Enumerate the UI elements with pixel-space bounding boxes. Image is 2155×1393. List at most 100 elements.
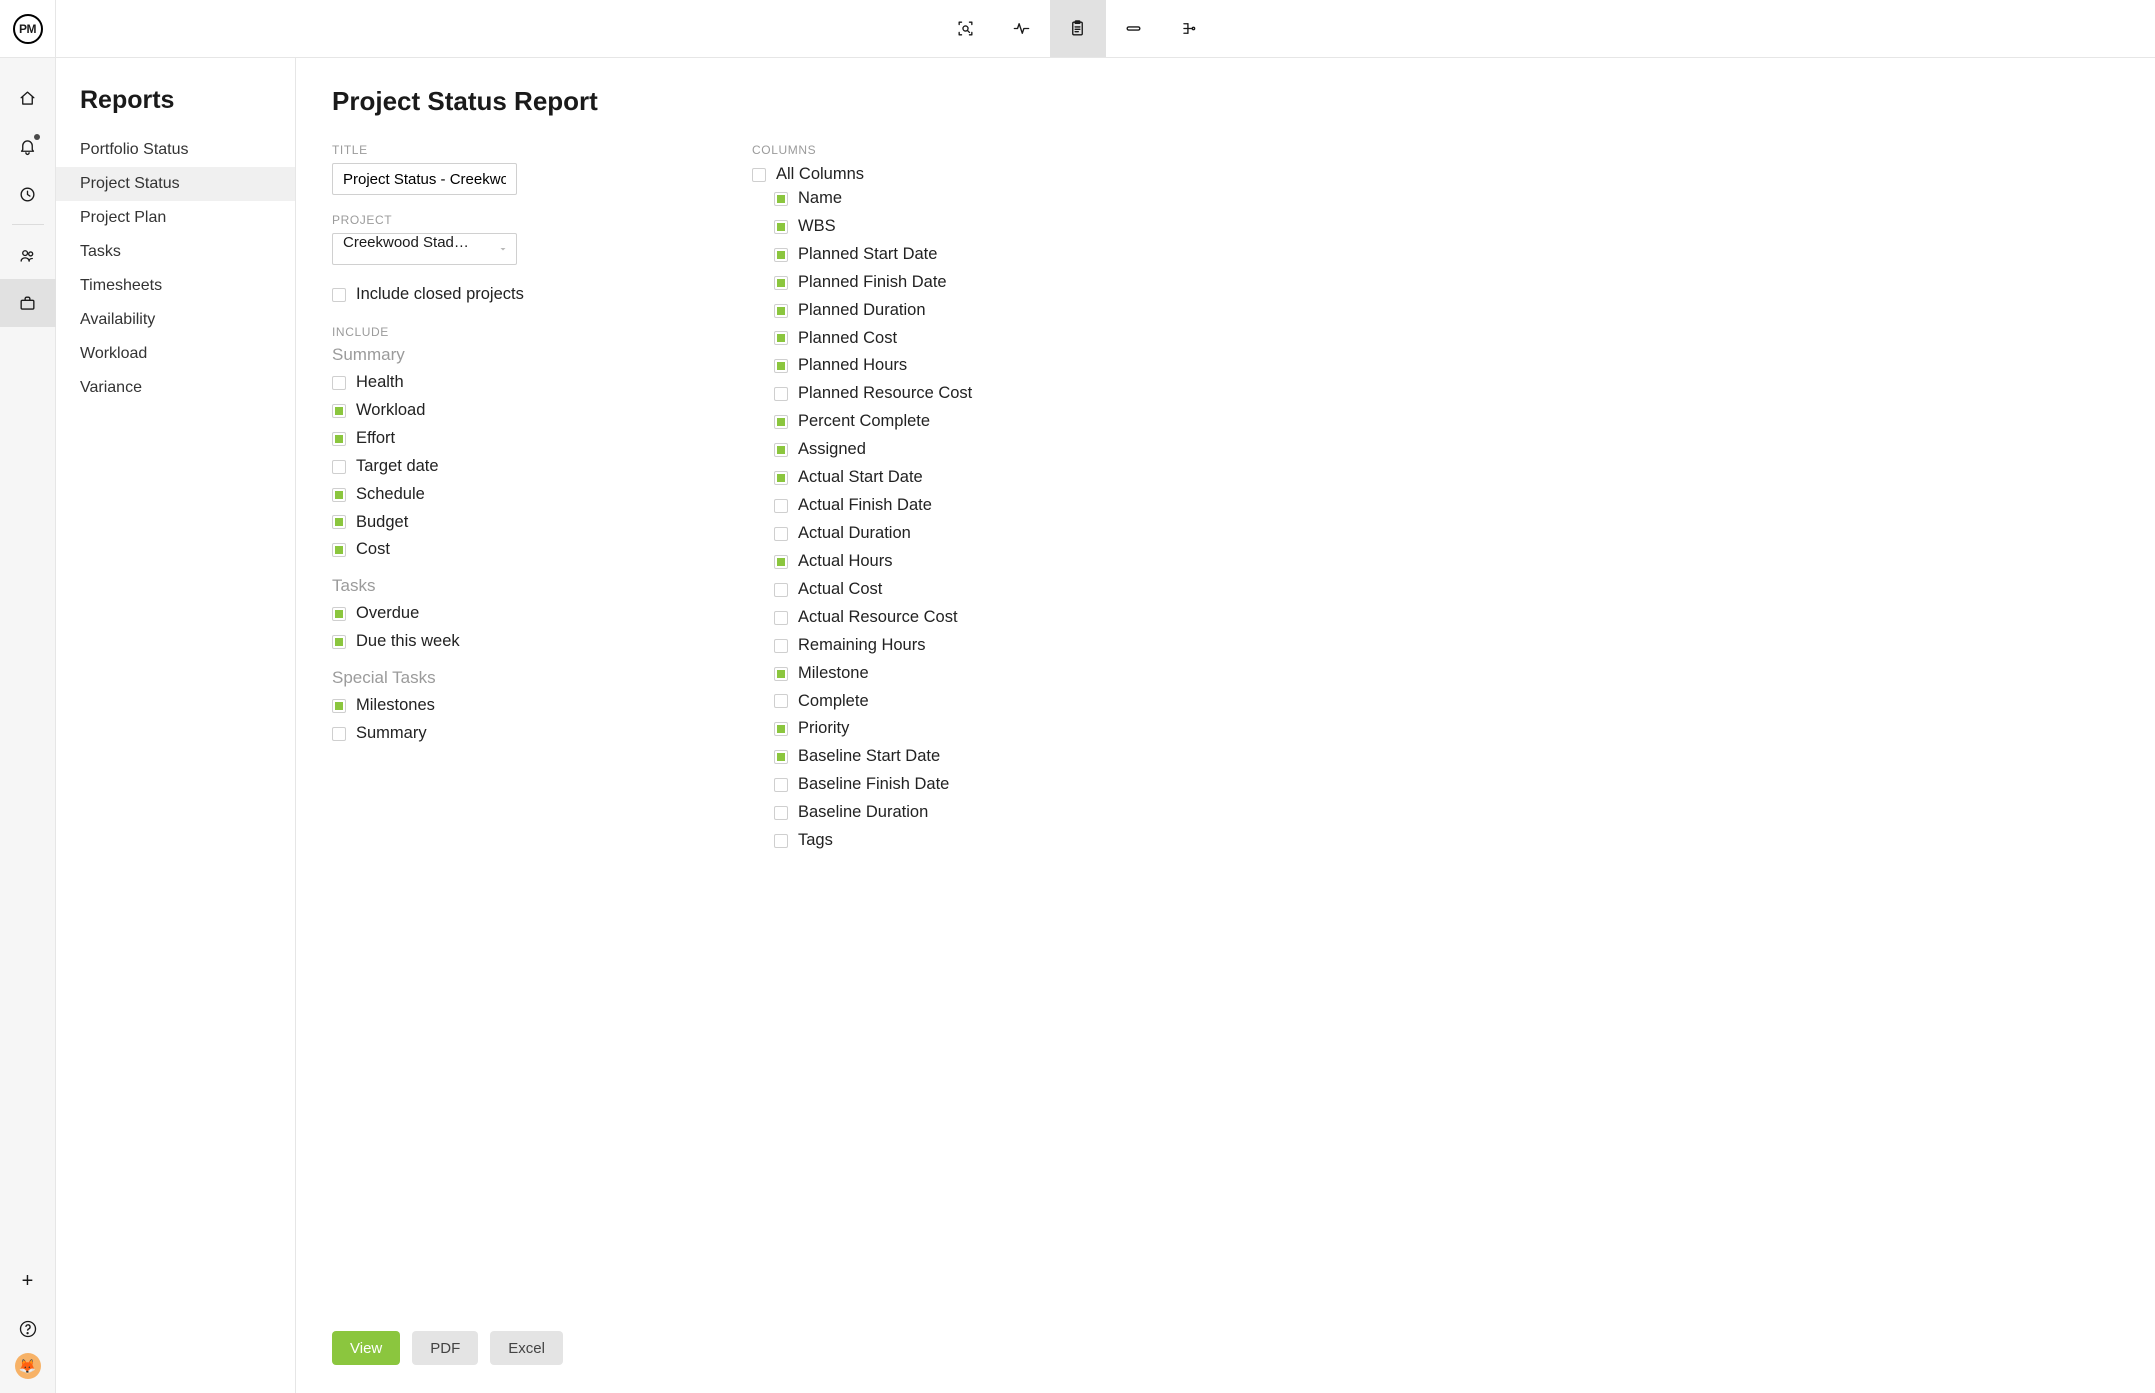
add-button[interactable]: + [0,1257,56,1305]
top-bar: PM [0,0,2155,58]
column-opt-15[interactable]: Actual Resource Cost [774,606,1172,630]
summary-opt-4[interactable]: Schedule [332,483,692,507]
checkbox-icon [774,387,788,401]
project-select[interactable]: Creekwood Stad… [332,233,517,265]
group-tasks-label: Tasks [332,576,692,596]
checkbox-label: Planned Cost [798,327,897,351]
column-opt-10[interactable]: Actual Start Date [774,466,1172,490]
column-opt-12[interactable]: Actual Duration [774,522,1172,546]
checkbox-icon [774,583,788,597]
page-title: Project Status Report [332,86,2119,117]
column-opt-11[interactable]: Actual Finish Date [774,494,1172,518]
logo-text: PM [13,14,43,44]
checkbox-label: Milestones [356,694,435,718]
side-item-timesheets[interactable]: Timesheets [56,269,295,303]
column-opt-2[interactable]: Planned Start Date [774,243,1172,267]
notification-dot [34,134,40,140]
summary-opt-6[interactable]: Cost [332,538,692,562]
column-opt-0[interactable]: Name [774,187,1172,211]
reports-side-panel: Reports Portfolio StatusProject StatusPr… [56,58,296,1393]
column-opt-23[interactable]: Tags [774,829,1172,853]
pdf-button[interactable]: PDF [412,1331,478,1365]
summary-opt-2[interactable]: Effort [332,427,692,451]
column-opt-5[interactable]: Planned Cost [774,327,1172,351]
summary-opt-1[interactable]: Workload [332,399,692,423]
column-opt-22[interactable]: Baseline Duration [774,801,1172,825]
checkbox-label: Actual Hours [798,550,892,574]
checkbox-icon [332,635,346,649]
special-opt-1[interactable]: Summary [332,722,692,746]
top-tool-report[interactable] [1050,0,1106,57]
summary-opt-5[interactable]: Budget [332,511,692,535]
column-opt-9[interactable]: Assigned [774,438,1172,462]
side-item-portfolio-status[interactable]: Portfolio Status [56,133,295,167]
checkbox-label: Actual Duration [798,522,911,546]
column-opt-7[interactable]: Planned Resource Cost [774,382,1172,406]
side-item-availability[interactable]: Availability [56,303,295,337]
checkbox-label: Baseline Finish Date [798,773,949,797]
include-closed-checkbox[interactable]: Include closed projects [332,283,692,307]
top-tool-link[interactable] [1106,0,1162,57]
checkbox-label: Effort [356,427,395,451]
column-opt-14[interactable]: Actual Cost [774,578,1172,602]
view-button[interactable]: View [332,1331,400,1365]
side-item-workload[interactable]: Workload [56,337,295,371]
column-opt-6[interactable]: Planned Hours [774,354,1172,378]
checkbox-icon [774,750,788,764]
column-opt-1[interactable]: WBS [774,215,1172,239]
rail-divider [12,224,44,225]
columns-scroll[interactable]: All Columns Name WBS Planned Start Date Pla… [752,163,1182,1315]
user-avatar[interactable]: 🦊 [15,1353,41,1379]
checkbox-icon [332,288,346,302]
rail-clock[interactable] [0,170,56,218]
group-special-label: Special Tasks [332,668,692,688]
excel-button[interactable]: Excel [490,1331,563,1365]
column-opt-16[interactable]: Remaining Hours [774,634,1172,658]
rail-briefcase[interactable] [0,279,56,327]
checkbox-icon [774,722,788,736]
column-opt-18[interactable]: Complete [774,690,1172,714]
plus-icon: + [22,1270,34,1293]
summary-opt-0[interactable]: Health [332,371,692,395]
column-opt-4[interactable]: Planned Duration [774,299,1172,323]
tasks-opt-0[interactable]: Overdue [332,602,692,626]
report-title-input[interactable] [332,163,517,195]
summary-opt-3[interactable]: Target date [332,455,692,479]
checkbox-label: Planned Resource Cost [798,382,972,406]
clipboard-icon [1068,19,1087,38]
checkbox-label: Workload [356,399,425,423]
column-opt-13[interactable]: Actual Hours [774,550,1172,574]
home-icon [18,89,37,108]
footer-buttons: View PDF Excel [296,1315,2155,1393]
column-opt-8[interactable]: Percent Complete [774,410,1172,434]
side-item-project-plan[interactable]: Project Plan [56,201,295,235]
rail-people[interactable] [0,231,56,279]
column-opt-17[interactable]: Milestone [774,662,1172,686]
side-item-project-status[interactable]: Project Status [56,167,295,201]
rail-bell[interactable] [0,122,56,170]
column-opt-20[interactable]: Baseline Start Date [774,745,1172,769]
special-opt-0[interactable]: Milestones [332,694,692,718]
briefcase-icon [18,294,37,313]
side-item-variance[interactable]: Variance [56,371,295,405]
checkbox-icon [774,359,788,373]
top-tool-scan[interactable] [938,0,994,57]
column-opt-19[interactable]: Priority [774,717,1172,741]
people-icon [18,246,37,265]
checkbox-icon [332,460,346,474]
help-button[interactable] [0,1305,56,1353]
rail-home[interactable] [0,74,56,122]
column-opt-21[interactable]: Baseline Finish Date [774,773,1172,797]
columns-all-checkbox[interactable]: All Columns [752,163,1172,187]
checkbox-icon [774,415,788,429]
column-opt-3[interactable]: Planned Finish Date [774,271,1172,295]
top-tool-pulse[interactable] [994,0,1050,57]
checkbox-icon [752,168,766,182]
checkbox-icon [774,248,788,262]
logo[interactable]: PM [0,0,56,57]
checkbox-icon [332,404,346,418]
checkbox-label: Summary [356,722,427,746]
tasks-opt-1[interactable]: Due this week [332,630,692,654]
top-tool-flow[interactable] [1162,0,1218,57]
side-item-tasks[interactable]: Tasks [56,235,295,269]
